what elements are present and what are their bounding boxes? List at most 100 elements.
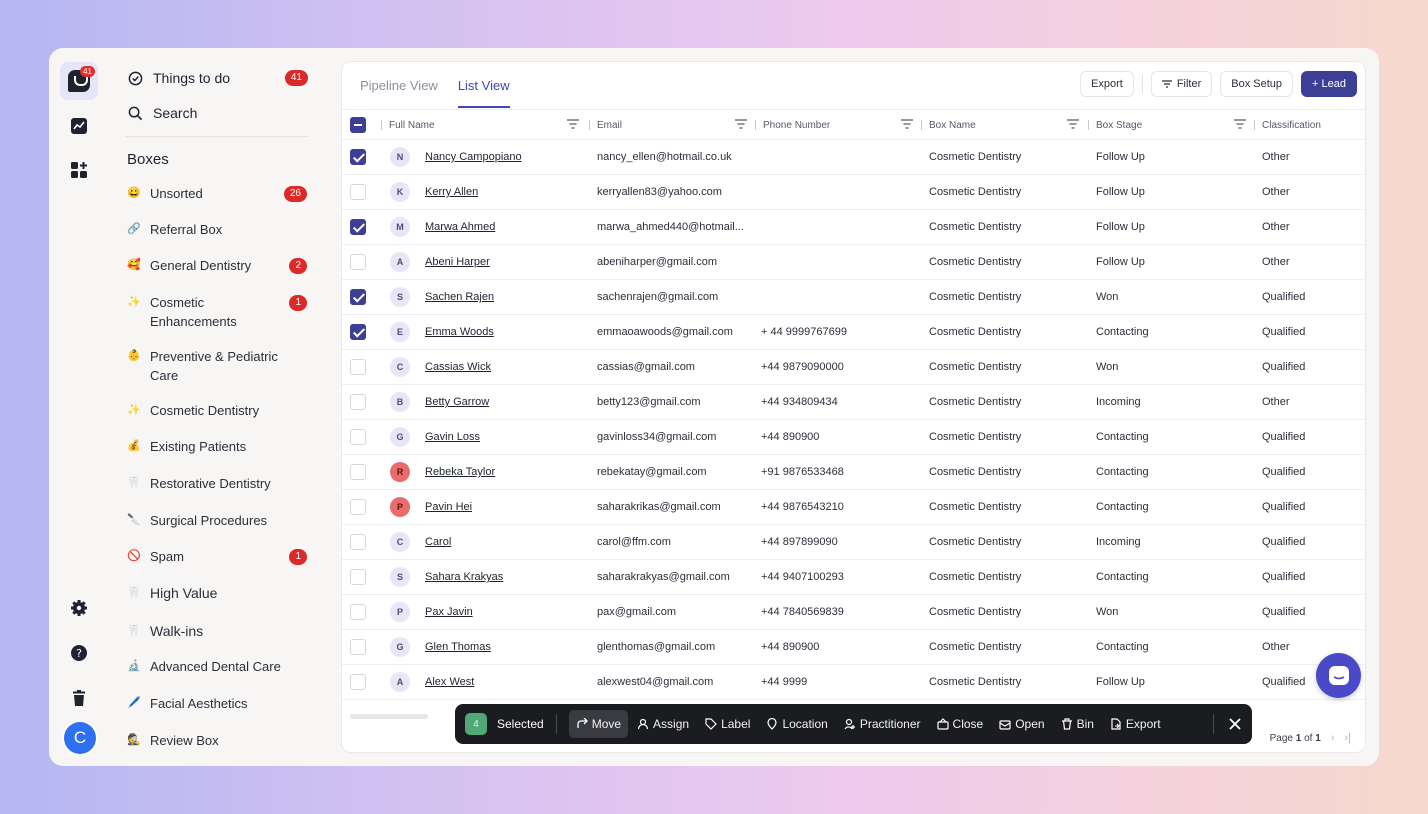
lead-name-link[interactable]: Nancy Campopiano bbox=[425, 151, 522, 163]
box-item[interactable]: 🕵 Review Box bbox=[127, 731, 307, 750]
close-icon[interactable] bbox=[1228, 717, 1242, 731]
row-checkbox[interactable] bbox=[350, 289, 366, 305]
bulk-action-export-button[interactable]: Export bbox=[1103, 710, 1168, 738]
table-row[interactable]: E Emma Woods emmaoawoods@gmail.com + 44 999… bbox=[342, 315, 1365, 350]
row-checkbox[interactable] bbox=[350, 254, 366, 270]
table-row[interactable]: C Cassias Wick cassias@gmail.com +44 987909… bbox=[342, 350, 1365, 385]
box-item[interactable]: ✨ Cosmetic Enhancements 1 bbox=[127, 293, 307, 331]
column-header[interactable]: Phone Number bbox=[755, 110, 913, 140]
row-checkbox[interactable] bbox=[350, 604, 366, 620]
box-item[interactable]: 🦷 Walk-ins bbox=[127, 622, 307, 641]
table-row[interactable]: S Sahara Krakyas saharakrakyas@gmail.com +4… bbox=[342, 560, 1365, 595]
bulk-action-move-button[interactable]: Move bbox=[568, 710, 629, 738]
lead-name-link[interactable]: Pavin Hei bbox=[425, 501, 472, 513]
app-logo-button[interactable]: 41 bbox=[60, 62, 98, 100]
lead-name-link[interactable]: Cassias Wick bbox=[425, 361, 491, 373]
search-item[interactable]: Search bbox=[126, 104, 308, 122]
column-filter-icon[interactable] bbox=[567, 119, 579, 129]
lead-name-link[interactable]: Kerry Allen bbox=[425, 186, 478, 198]
row-checkbox[interactable] bbox=[350, 499, 366, 515]
lead-name-link[interactable]: Glen Thomas bbox=[425, 641, 491, 653]
row-checkbox[interactable] bbox=[350, 149, 366, 165]
add-lead-button[interactable]: + Lead bbox=[1301, 71, 1357, 97]
table-row[interactable]: A Alex West alexwest04@gmail.com +44 9999 Co… bbox=[342, 665, 1365, 700]
filter-button[interactable]: Filter bbox=[1150, 71, 1213, 97]
box-item[interactable]: 🥰 General Dentistry 2 bbox=[127, 256, 307, 275]
box-item[interactable]: 🔗 Referral Box bbox=[127, 220, 307, 239]
column-filter-icon[interactable] bbox=[735, 119, 747, 129]
box-item[interactable]: 😀 Unsorted 26 bbox=[127, 184, 307, 203]
export-button[interactable]: Export bbox=[1080, 71, 1134, 97]
lead-name-link[interactable]: Rebeka Taylor bbox=[425, 466, 495, 478]
things-to-do-item[interactable]: Things to do 41 bbox=[126, 69, 308, 87]
lead-name-link[interactable]: Betty Garrow bbox=[425, 396, 489, 408]
lead-name-link[interactable]: Abeni Harper bbox=[425, 256, 490, 268]
column-header[interactable]: Classification bbox=[1254, 110, 1362, 140]
table-row[interactable]: R Rebeka Taylor rebekatay@gmail.com +91 987… bbox=[342, 455, 1365, 490]
column-filter-icon[interactable] bbox=[1234, 119, 1246, 129]
row-checkbox[interactable] bbox=[350, 569, 366, 585]
apps-button[interactable] bbox=[60, 151, 98, 189]
table-row[interactable]: G Gavin Loss gavinloss34@gmail.com +44 8909… bbox=[342, 420, 1365, 455]
box-item[interactable]: 🖊️ Facial Aesthetics bbox=[127, 694, 307, 713]
column-header[interactable]: Full Name bbox=[381, 110, 579, 140]
box-item[interactable]: 🔬 Advanced Dental Care bbox=[127, 657, 307, 676]
lead-name-link[interactable]: Pax Javin bbox=[425, 606, 473, 618]
table-row[interactable]: P Pavin Hei saharakrikas@gmail.com +44 9876… bbox=[342, 490, 1365, 525]
lead-name-link[interactable]: Sahara Krakyas bbox=[425, 571, 503, 583]
table-row[interactable]: B Betty Garrow betty123@gmail.com +44 93480… bbox=[342, 385, 1365, 420]
row-checkbox[interactable] bbox=[350, 429, 366, 445]
lead-name-link[interactable]: Emma Woods bbox=[425, 326, 494, 338]
row-checkbox[interactable] bbox=[350, 639, 366, 655]
lead-name-link[interactable]: Marwa Ahmed bbox=[425, 221, 495, 233]
column-header[interactable]: Email bbox=[589, 110, 747, 140]
table-row[interactable]: C Carol carol@ffm.com +44 897899090 Cosmetic… bbox=[342, 525, 1365, 560]
lead-name-link[interactable]: Sachen Rajen bbox=[425, 291, 494, 303]
table-row[interactable]: G Glen Thomas glenthomas@gmail.com +44 8909… bbox=[342, 630, 1365, 665]
table-row[interactable]: P Pax Javin pax@gmail.com +44 7840569839 Cos… bbox=[342, 595, 1365, 630]
row-checkbox[interactable] bbox=[350, 394, 366, 410]
tab-list-view[interactable]: List View bbox=[457, 62, 510, 108]
row-checkbox[interactable] bbox=[350, 359, 366, 375]
lead-name-link[interactable]: Alex West bbox=[425, 676, 474, 688]
table-row[interactable]: K Kerry Allen kerryallen83@yahoo.com Cosmet… bbox=[342, 175, 1365, 210]
row-checkbox[interactable] bbox=[350, 219, 366, 235]
row-checkbox[interactable] bbox=[350, 534, 366, 550]
row-checkbox[interactable] bbox=[350, 184, 366, 200]
column-header[interactable]: Box Name bbox=[921, 110, 1079, 140]
table-row[interactable]: S Sachen Rajen sachenrajen@gmail.com Cosmet… bbox=[342, 280, 1365, 315]
column-filter-icon[interactable] bbox=[901, 119, 913, 129]
bulk-action-practitioner-button[interactable]: Practitioner bbox=[837, 710, 928, 738]
box-item[interactable]: ✨ Cosmetic Dentistry bbox=[127, 401, 307, 420]
bulk-action-location-button[interactable]: Location bbox=[759, 710, 834, 738]
last-page-icon[interactable]: ›| bbox=[1344, 732, 1351, 744]
tab-pipeline-view[interactable]: Pipeline View bbox=[360, 62, 438, 108]
bulk-action-label-button[interactable]: Label bbox=[698, 710, 757, 738]
user-avatar[interactable]: C bbox=[64, 722, 96, 754]
horizontal-scrollbar[interactable] bbox=[350, 714, 428, 719]
row-checkbox[interactable] bbox=[350, 464, 366, 480]
chat-launcher-button[interactable] bbox=[1316, 653, 1361, 698]
box-setup-button[interactable]: Box Setup bbox=[1220, 71, 1294, 97]
box-item[interactable]: 🔪 Surgical Procedures bbox=[127, 511, 307, 530]
next-page-icon[interactable]: › bbox=[1331, 732, 1335, 744]
bulk-action-close-button[interactable]: Close bbox=[930, 710, 991, 738]
box-item[interactable]: 👶 Preventive & Pediatric Care bbox=[127, 347, 307, 385]
row-checkbox[interactable] bbox=[350, 324, 366, 340]
select-all-checkbox[interactable] bbox=[350, 117, 366, 133]
lead-name-link[interactable]: Carol bbox=[425, 536, 451, 548]
analytics-button[interactable] bbox=[60, 107, 98, 145]
bulk-action-open-button[interactable]: Open bbox=[992, 710, 1051, 738]
table-row[interactable]: N Nancy Campopiano nancy_ellen@hotmail.co.… bbox=[342, 140, 1365, 175]
column-header[interactable]: Box Stage bbox=[1088, 110, 1246, 140]
row-checkbox[interactable] bbox=[350, 674, 366, 690]
lead-name-link[interactable]: Gavin Loss bbox=[425, 431, 480, 443]
box-item[interactable]: 🦷 Restorative Dentistry bbox=[127, 474, 307, 493]
bulk-action-bin-button[interactable]: Bin bbox=[1054, 710, 1101, 738]
help-button[interactable]: ? bbox=[60, 634, 98, 672]
column-filter-icon[interactable] bbox=[1067, 119, 1079, 129]
box-item[interactable]: 🦷 High Value bbox=[127, 584, 307, 603]
bulk-action-assign-button[interactable]: Assign bbox=[630, 710, 696, 738]
table-row[interactable]: A Abeni Harper abeniharper@gmail.com Cosmet… bbox=[342, 245, 1365, 280]
settings-button[interactable] bbox=[60, 589, 98, 627]
